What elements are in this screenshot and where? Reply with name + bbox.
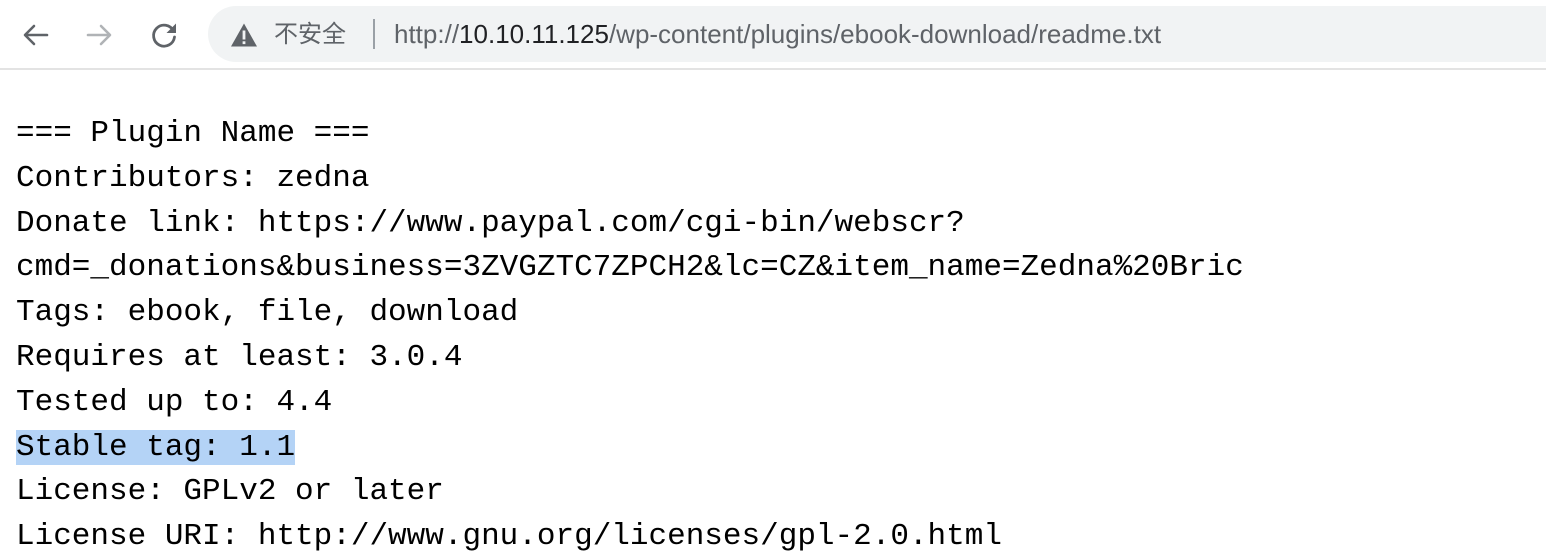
- back-arrow-icon: [23, 24, 49, 46]
- forward-button[interactable]: [77, 13, 121, 57]
- url-path: /wp-content/plugins/ebook-download/readm…: [608, 19, 1162, 49]
- doc-line-tested: Tested up to: 4.4: [16, 384, 333, 420]
- doc-line-requires: Requires at least: 3.0.4: [16, 339, 463, 375]
- browser-toolbar: 不安全 http://10.10.11.125/wp-content/plugi…: [0, 0, 1546, 70]
- forward-arrow-icon: [86, 24, 112, 46]
- text-selection-highlight: Stable tag: 1.1: [16, 429, 296, 465]
- reload-button[interactable]: [142, 13, 186, 57]
- doc-line-donate-link: Donate link: https://www.paypal.com/cgi-…: [16, 205, 965, 241]
- url-text[interactable]: http://10.10.11.125/wp-content/plugins/e…: [394, 18, 1161, 50]
- url-host: 10.10.11.125: [459, 19, 609, 49]
- reload-icon: [152, 23, 176, 48]
- plain-text-document: === Plugin Name === Contributors: zedna …: [16, 112, 1546, 560]
- security-status-label[interactable]: 不安全: [274, 18, 346, 50]
- back-button[interactable]: [14, 13, 58, 57]
- doc-line-plugin-name: === Plugin Name ===: [16, 116, 370, 151]
- doc-line-tags: Tags: ebook, file, download: [16, 295, 519, 331]
- warning-triangle-icon[interactable]: [230, 22, 258, 48]
- doc-line-license: License: GPLv2 or later: [16, 474, 444, 510]
- address-bar[interactable]: 不安全 http://10.10.11.125/wp-content/plugi…: [208, 6, 1546, 62]
- doc-line-stable-tag: Stable tag: 1.1: [16, 426, 1546, 471]
- doc-line-donate-link-continued: cmd=_donations&business=3ZVGZTC7ZPCH2&lc…: [16, 250, 1244, 286]
- doc-line-contributors: Contributors: zedna: [16, 160, 370, 196]
- url-scheme: http://: [394, 19, 460, 49]
- doc-line-license-uri: License URI: http://www.gnu.org/licenses…: [16, 519, 1002, 555]
- omnibox-divider: [373, 19, 375, 49]
